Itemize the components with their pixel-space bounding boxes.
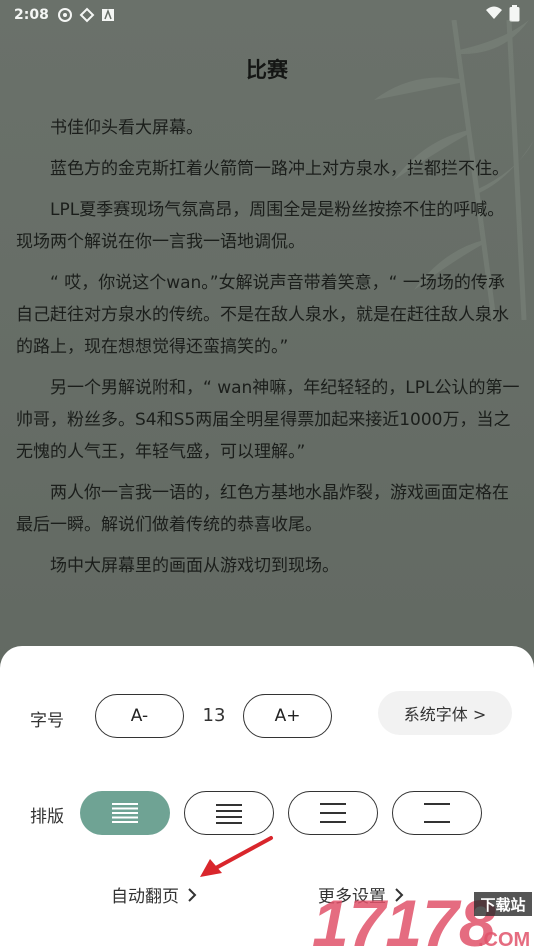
notification-icon [57, 7, 73, 23]
watermark-suffix-text: .COM [478, 929, 530, 950]
paragraph: 书佳仰头看大屏幕。 [50, 118, 203, 138]
compact-spacing-icon [112, 803, 138, 823]
chevron-right-icon [188, 887, 197, 902]
status-time: 2:08 [14, 7, 49, 23]
system-font-button[interactable]: 系统字体 > [378, 691, 512, 735]
watermark-brand-text: 17178 [312, 886, 496, 950]
annotation-arrow-icon [200, 836, 273, 877]
layout-wide-button[interactable] [392, 791, 482, 835]
layout-label: 排版 [30, 807, 64, 827]
sync-icon [79, 7, 95, 23]
wide-spacing-icon [424, 803, 450, 823]
decrease-font-button[interactable]: A- [95, 694, 184, 738]
font-size-value: 13 [202, 705, 226, 726]
layout-loose-button[interactable] [288, 791, 378, 835]
layout-normal-button[interactable] [184, 791, 274, 835]
watermark-badge-text: 下载站 [480, 896, 525, 914]
paragraph: “ 哎，你说这个wan。”女解说声音带着笑意，“ 一场场的传承自己赶往对方泉水的… [16, 273, 509, 357]
normal-spacing-icon [216, 804, 242, 824]
watermark-logo: 17178 下载站 .COM [312, 886, 532, 950]
layout-compact-button[interactable] [80, 791, 170, 835]
app-icon [101, 8, 115, 22]
paragraph: LPL夏季赛现场气氛高昂，周围全是是粉丝按捺不住的呼喊。现场两个解说在你一言我一… [16, 200, 505, 252]
increase-font-button[interactable]: A+ [243, 694, 332, 738]
paragraph: 场中大屏幕里的画面从游戏切到现场。 [50, 556, 339, 576]
paragraph: 另一个男解说附和，“ wan神嘛，年纪轻轻的，LPL公认的第一帅哥，粉丝多。S4… [16, 378, 520, 462]
loose-spacing-icon [320, 803, 346, 823]
chapter-title: 比赛 [246, 58, 288, 82]
paragraph: 蓝色方的金克斯扛着火箭筒一路冲上对方泉水，拦都拦不住。 [50, 159, 509, 179]
paragraph: 两人你一言我一语的，红色方基地水晶炸裂，游戏画面定格在最后一瞬。解说们做着传统的… [16, 483, 509, 535]
font-size-label: 字号 [30, 711, 64, 731]
chapter-content[interactable]: 书佳仰头看大屏幕。 蓝色方的金克斯扛着火箭筒一路冲上对方泉水，拦都拦不住。 LP… [16, 112, 520, 591]
auto-page-turn-link[interactable]: 自动翻页 [111, 882, 197, 907]
auto-page-turn-label: 自动翻页 [111, 887, 179, 907]
